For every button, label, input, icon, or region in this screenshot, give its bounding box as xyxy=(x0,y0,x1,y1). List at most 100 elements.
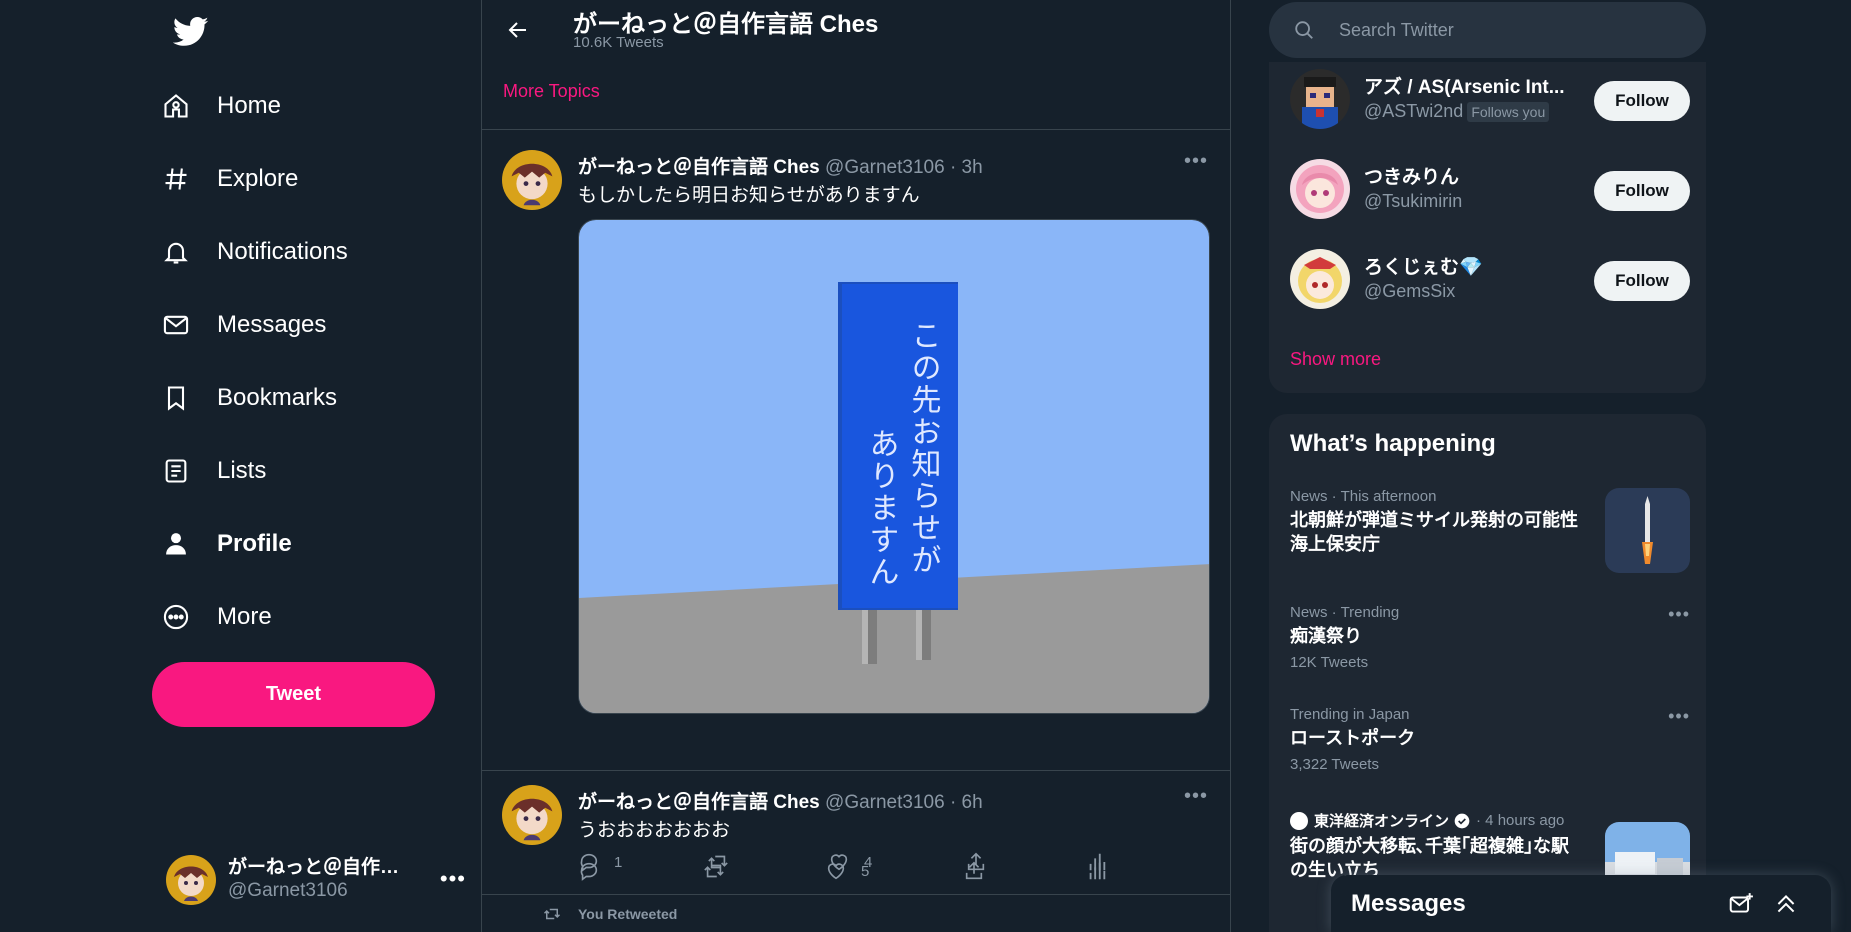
share-icon xyxy=(967,852,985,871)
search-box[interactable] xyxy=(1269,2,1706,58)
publisher-name: 東洋経済オンライン xyxy=(1314,813,1450,830)
sign-text-left: ありますん xyxy=(864,428,899,588)
trend-count: 3,322 Tweets xyxy=(1290,756,1379,774)
avatar[interactable] xyxy=(502,150,562,210)
avatar[interactable] xyxy=(502,785,562,845)
avatar[interactable] xyxy=(1290,159,1350,219)
trend-meta: News · Trending xyxy=(1290,604,1400,621)
more-horizontal-icon[interactable]: ••• xyxy=(440,866,466,892)
suggestion-handle: @ASTwi2nd xyxy=(1364,100,1464,121)
nav-home[interactable]: Home xyxy=(160,77,301,135)
who-to-follow-panel: アズ / AS(Arsenic Int... @ASTwi2nd Follows … xyxy=(1269,62,1706,393)
nav-more[interactable]: More xyxy=(160,588,292,646)
retweet-icon xyxy=(543,908,561,920)
timeline-column: がーねっと＠自作言語 Ches 10.6K Tweets More Topics… xyxy=(481,0,1231,932)
reply-button[interactable]: 1 xyxy=(578,851,622,873)
more-horizontal-icon[interactable]: ••• xyxy=(1668,604,1690,625)
whats-happening-panel: What’s happening News · This afternoon 北… xyxy=(1269,414,1706,932)
tweet-header: がーねっと＠自作言語 Ches @Garnet3106 · 3h xyxy=(578,152,983,179)
trend-count: 12K Tweets xyxy=(1290,654,1369,672)
tweet-time[interactable]: · 3h xyxy=(950,157,983,178)
twitter-logo-icon[interactable] xyxy=(166,10,216,54)
suggestion-name: つきみりん xyxy=(1364,166,1460,188)
analytics-button[interactable] xyxy=(1086,851,1108,873)
follows-you-badge: Follows you xyxy=(1467,101,1550,122)
bookmark-icon xyxy=(160,382,192,414)
tweet-count: 10.6K Tweets xyxy=(573,34,664,51)
avatar[interactable] xyxy=(1290,249,1350,309)
nav-label: Bookmarks xyxy=(217,384,338,411)
tweet-button[interactable]: Tweet xyxy=(152,662,435,727)
share-button[interactable] xyxy=(965,851,987,873)
like-button[interactable]: 4 xyxy=(828,851,872,873)
nav-notifications[interactable]: Notifications xyxy=(160,223,368,281)
envelope-icon xyxy=(160,309,192,341)
heart-icon xyxy=(830,854,848,871)
nav-lists[interactable]: Lists xyxy=(160,442,286,500)
account-handle: @Garnet3106 xyxy=(228,880,348,901)
tweet-author-handle[interactable]: @Garnet3106 xyxy=(825,157,945,178)
tweet-author-handle[interactable]: @Garnet3106 xyxy=(825,792,945,813)
nav-label: Profile xyxy=(217,530,292,557)
retweet-context-label: You Retweeted xyxy=(578,906,678,922)
publisher-logo-icon xyxy=(1290,811,1308,830)
tweet-author-name[interactable]: がーねっと＠自作言語 Ches xyxy=(578,792,820,813)
more-horizontal-icon[interactable]: ••• xyxy=(1184,785,1208,808)
follow-suggestion[interactable]: アズ / AS(Arsenic Int... @ASTwi2nd Follows … xyxy=(1290,66,1690,132)
nav-label: Lists xyxy=(217,457,267,484)
retweet-icon xyxy=(708,855,728,869)
follow-button[interactable]: Follow xyxy=(1594,171,1690,211)
follow-button[interactable]: Follow xyxy=(1594,261,1690,301)
suggestion-name: アズ / AS(Arsenic Int... xyxy=(1364,76,1565,98)
account-switcher[interactable]: がーねっと＠自作… @Garnet3106 ••• xyxy=(166,852,466,908)
hashtag-icon xyxy=(160,163,192,195)
trend-title: 北朝鮮が弾道ミサイル発射の可能性 海上保安庁 xyxy=(1290,510,1578,555)
nav-label: Notifications xyxy=(217,238,348,265)
like-count: 4 xyxy=(864,853,873,871)
more-topics-link[interactable]: More Topics xyxy=(503,81,600,102)
tweet[interactable]: がーねっと＠自作言語 Ches @Garnet3106 · 3h ••• もしか… xyxy=(482,130,1230,881)
tweet-author-name[interactable]: がーねっと＠自作言語 Ches xyxy=(578,157,820,178)
follow-suggestion[interactable]: つきみりん @Tsukimirin Follow xyxy=(1290,156,1690,222)
account-display-name: がーねっと＠自作… xyxy=(228,857,400,879)
suggestion-handle: @Tsukimirin xyxy=(1364,190,1463,211)
nav-profile[interactable]: Profile xyxy=(160,515,312,573)
more-horizontal-icon[interactable]: ••• xyxy=(1184,150,1208,173)
avatar xyxy=(166,855,216,905)
suggestion-handle: @GemsSix xyxy=(1364,280,1456,301)
analytics-icon xyxy=(1089,853,1106,871)
home-icon xyxy=(160,90,192,122)
list-icon xyxy=(160,455,192,487)
trend-item[interactable]: News · This afternoon 北朝鮮が弾道ミサイル発射の可能性 海… xyxy=(1290,488,1690,576)
avatar[interactable] xyxy=(1290,69,1350,129)
nav-explore[interactable]: Explore xyxy=(160,150,318,208)
retweet-context: You Retweeted xyxy=(542,905,677,923)
search-icon xyxy=(1295,21,1313,39)
expand-chevron-icon[interactable] xyxy=(1773,891,1799,917)
show-more-link[interactable]: Show more xyxy=(1290,349,1381,370)
retweet-button[interactable] xyxy=(706,851,744,873)
suggestion-name: ろくじぇむ💎 xyxy=(1364,256,1483,278)
tweet-text: もしかしたら明日お知らせがありますん xyxy=(578,185,920,206)
person-icon xyxy=(160,528,192,560)
search-input[interactable] xyxy=(1339,19,1679,41)
more-horizontal-icon[interactable]: ••• xyxy=(1668,706,1690,727)
trend-item[interactable]: News · Trending 痴漢祭り 12K Tweets ••• xyxy=(1290,604,1690,684)
tweet[interactable]: がーねっと＠自作言語 Ches @Garnet3106 · 6h ••• うおお… xyxy=(482,771,1230,895)
follow-button[interactable]: Follow xyxy=(1594,81,1690,121)
sign-text-right: この先お知らせが xyxy=(906,320,942,576)
reply-count: 1 xyxy=(614,853,623,871)
new-message-icon[interactable] xyxy=(1728,891,1754,917)
tweet-time[interactable]: · 6h xyxy=(950,792,983,813)
messages-drawer[interactable]: Messages xyxy=(1331,875,1831,932)
nav-label: More xyxy=(217,603,272,630)
tweet-actions: 1 4 xyxy=(578,851,1118,881)
nav-bookmarks[interactable]: Bookmarks xyxy=(160,369,357,427)
nav-messages[interactable]: Messages xyxy=(160,296,346,354)
tweet-image[interactable]: この先お知らせが ありますん xyxy=(578,219,1210,714)
trend-item[interactable]: Trending in Japan ローストポーク 3,322 Tweets •… xyxy=(1290,706,1690,786)
follow-suggestion[interactable]: ろくじぇむ💎 @GemsSix Follow xyxy=(1290,246,1690,312)
trend-title: ローストポーク xyxy=(1290,728,1416,748)
back-arrow-icon[interactable] xyxy=(502,14,534,46)
drawer-title: Messages xyxy=(1351,889,1466,917)
